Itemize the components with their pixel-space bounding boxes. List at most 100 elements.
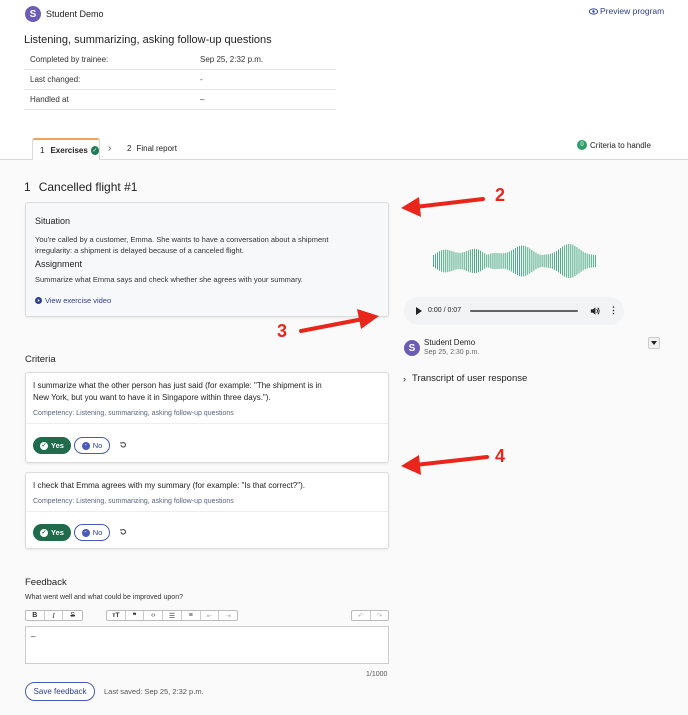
waveform-bar bbox=[582, 251, 584, 271]
save-feedback-button[interactable]: Save feedback bbox=[25, 682, 95, 701]
more-options-icon[interactable]: ⋮ bbox=[609, 305, 618, 315]
volume-icon[interactable] bbox=[590, 306, 600, 316]
response-user-name: Student Demo bbox=[424, 338, 476, 347]
bold-icon[interactable]: B bbox=[26, 611, 45, 620]
outdent-icon[interactable]: ⇤ bbox=[201, 611, 220, 620]
annotation-arrow-4 bbox=[401, 455, 489, 475]
waveform-bar bbox=[566, 244, 568, 278]
waveform-bar bbox=[433, 255, 434, 267]
reset-icon[interactable] bbox=[119, 441, 127, 449]
strikethrough-icon[interactable]: S bbox=[63, 611, 82, 620]
waveform-bar bbox=[543, 254, 545, 268]
play-circle-icon bbox=[35, 297, 42, 304]
waveform-bar bbox=[449, 250, 451, 272]
waveform-bar bbox=[478, 249, 479, 273]
waveform-bar bbox=[461, 252, 463, 270]
waveform-bar bbox=[594, 254, 596, 268]
tab-exercises[interactable]: 1 Exercises ✓ bbox=[32, 138, 100, 160]
waveform-bar bbox=[469, 249, 471, 273]
user-name: Student Demo bbox=[46, 9, 104, 19]
waveform-bar bbox=[515, 247, 516, 275]
criterion-competency: Competency: Listening, summarizing, aski… bbox=[33, 410, 234, 417]
waveform-bar bbox=[451, 251, 453, 271]
indent-icon[interactable]: ⇥ bbox=[219, 611, 237, 620]
waveform-bar bbox=[519, 245, 520, 277]
tab-final-report[interactable]: 2 Final report bbox=[127, 144, 177, 153]
eye-icon bbox=[589, 7, 598, 15]
waveform-bar bbox=[492, 253, 494, 269]
minus-icon: - bbox=[81, 528, 90, 537]
waveform-bar bbox=[443, 249, 445, 273]
check-icon: ✓ bbox=[90, 145, 99, 155]
waveform-bar bbox=[535, 252, 537, 270]
info-row-completed: Completed by trainee: Sep 25, 2:32 p.m. bbox=[24, 50, 336, 70]
undo-icon[interactable]: ↶ bbox=[352, 611, 371, 620]
redo-icon[interactable]: ↷ bbox=[371, 611, 389, 620]
criterion-competency: Competency: Listening, summarizing, aski… bbox=[33, 498, 234, 505]
chevron-right-icon: › bbox=[403, 373, 406, 384]
transcript-toggle[interactable]: › Transcript of user response bbox=[403, 373, 527, 384]
waveform-bar bbox=[588, 254, 590, 268]
editor-text: – bbox=[31, 632, 36, 641]
bullet-list-icon[interactable]: ☰ bbox=[163, 611, 182, 620]
divider bbox=[26, 511, 388, 512]
info-table: Completed by trainee: Sep 25, 2:32 p.m. … bbox=[24, 50, 336, 110]
waveform-bar bbox=[592, 254, 594, 268]
info-row-handled-at: Handled at – bbox=[24, 90, 336, 110]
feedback-editor[interactable]: – bbox=[25, 626, 389, 664]
no-button[interactable]: - No bbox=[74, 524, 110, 541]
waveform-bar bbox=[504, 253, 506, 269]
audio-progress-track[interactable] bbox=[470, 310, 578, 312]
character-counter: 1/1000 bbox=[366, 671, 388, 678]
annotation-label-2: 2 bbox=[495, 185, 506, 205]
chevron-right-icon: › bbox=[108, 143, 112, 154]
feedback-heading: Feedback bbox=[25, 577, 67, 588]
waveform-bar bbox=[498, 253, 500, 269]
waveform-bar bbox=[529, 248, 531, 274]
audio-player: 0:00 / 0:07 ⋮ bbox=[404, 297, 624, 325]
waveform-bar bbox=[435, 253, 436, 269]
waveform-bar bbox=[512, 249, 514, 273]
waveform-bar bbox=[564, 245, 566, 277]
situation-text: You're called by a customer, Emma. She w… bbox=[35, 235, 329, 255]
waveform-bar bbox=[480, 250, 482, 272]
waveform-bar bbox=[465, 251, 467, 271]
italic-icon[interactable]: I bbox=[45, 611, 64, 620]
code-icon[interactable]: ‹› bbox=[144, 611, 164, 620]
waveform-bar bbox=[576, 247, 578, 275]
annotation-label-4: 4 bbox=[495, 446, 506, 466]
yes-button[interactable]: ✓ Yes bbox=[33, 437, 71, 454]
waveform-bar bbox=[521, 245, 523, 277]
waveform-bar bbox=[531, 249, 533, 273]
waveform-bar bbox=[437, 252, 438, 270]
heading-icon[interactable]: тT bbox=[107, 611, 126, 620]
annotation-arrow-3 bbox=[299, 309, 379, 333]
waveform-bar bbox=[447, 249, 449, 273]
criterion-card: I summarize what the other person has ju… bbox=[25, 372, 389, 463]
waveform-bar bbox=[517, 246, 518, 276]
reset-icon[interactable] bbox=[119, 528, 127, 536]
situation-heading: Situation bbox=[35, 216, 71, 226]
annotation-arrow-2 bbox=[401, 197, 485, 217]
response-menu-button[interactable] bbox=[648, 337, 660, 349]
waveform-bar bbox=[580, 250, 582, 272]
waveform-bar bbox=[584, 252, 586, 270]
waveform-bar bbox=[506, 252, 508, 270]
waveform-bar bbox=[463, 251, 465, 271]
waveform-bar bbox=[441, 250, 443, 272]
waveform-bar bbox=[527, 247, 529, 275]
yes-button[interactable]: ✓ Yes bbox=[33, 524, 71, 541]
preview-program-link[interactable]: Preview program bbox=[589, 6, 664, 16]
numbered-list-icon[interactable]: ≡ bbox=[182, 611, 201, 620]
waveform-bar bbox=[545, 254, 547, 268]
waveform-bar bbox=[459, 252, 461, 270]
waveform-bar bbox=[558, 249, 559, 273]
view-exercise-video-link[interactable]: View exercise video bbox=[35, 296, 111, 305]
response-timestamp: Sep 25, 2:30 p.m. bbox=[424, 349, 480, 356]
no-button[interactable]: - No bbox=[74, 437, 110, 454]
waveform-bar bbox=[570, 244, 572, 278]
annotation-label-3: 3 bbox=[277, 321, 288, 341]
waveform-bar bbox=[488, 254, 490, 268]
quote-icon[interactable]: ❞ bbox=[126, 611, 145, 620]
play-icon[interactable] bbox=[415, 307, 423, 315]
